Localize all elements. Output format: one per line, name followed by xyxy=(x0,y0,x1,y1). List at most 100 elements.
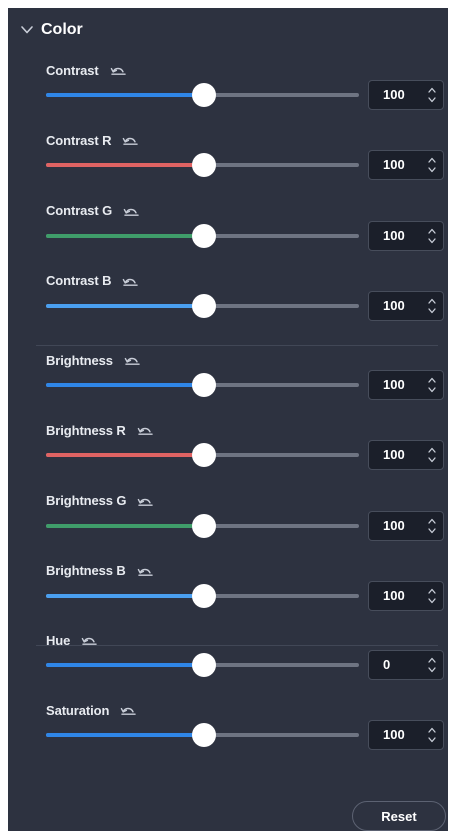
saturation-slider-thumb[interactable] xyxy=(192,723,217,748)
contrast-b-label: Contrast B xyxy=(46,273,112,289)
spinner-arrows-icon[interactable] xyxy=(427,587,437,605)
brightness-value[interactable]: 100 xyxy=(383,371,405,399)
color-panel: Color Contrast 100 Contrast R 100 Contrast G… xyxy=(8,8,448,831)
brightness-b-number-input[interactable]: 100 xyxy=(368,580,444,611)
slider-row-contrast-g: Contrast G 100 xyxy=(8,203,448,265)
saturation-label-group: Saturation xyxy=(46,702,137,718)
undo-icon[interactable] xyxy=(121,275,139,287)
brightness-r-slider[interactable] xyxy=(46,443,359,468)
contrast-r-value[interactable]: 100 xyxy=(383,151,405,179)
contrast-g-label: Contrast G xyxy=(46,203,113,219)
brightness-slider[interactable] xyxy=(46,373,359,397)
brightness-g-label: Brightness G xyxy=(46,493,127,509)
brightness-b-slider-thumb[interactable] xyxy=(192,583,217,608)
undo-icon[interactable] xyxy=(136,424,154,436)
slider-row-brightness-b: Brightness B 100 xyxy=(8,563,448,625)
contrast-b-slider-thumb[interactable] xyxy=(192,293,217,318)
slider-row-hue: Hue 0 xyxy=(8,632,448,694)
contrast-r-label-group: Contrast R xyxy=(46,132,139,148)
brightness-g-value[interactable]: 100 xyxy=(383,512,405,540)
brightness-slider-fill xyxy=(46,383,205,387)
brightness-number-input[interactable]: 100 xyxy=(368,370,444,400)
brightness-g-slider-fill xyxy=(46,523,205,528)
contrast-label-group: Contrast xyxy=(46,62,127,78)
slider-row-saturation: Saturation 100 xyxy=(8,702,448,764)
contrast-g-slider-thumb[interactable] xyxy=(192,223,217,248)
section-divider xyxy=(36,345,438,346)
spinner-arrows-icon[interactable] xyxy=(427,156,437,174)
brightness-b-slider-fill xyxy=(46,593,205,598)
section-divider xyxy=(36,645,438,646)
spinner-arrows-icon[interactable] xyxy=(427,517,437,535)
undo-icon[interactable] xyxy=(119,704,137,716)
saturation-number-input[interactable]: 100 xyxy=(368,720,444,751)
brightness-b-label: Brightness B xyxy=(46,563,126,579)
section-title: Color xyxy=(41,21,83,38)
brightness-g-slider-thumb[interactable] xyxy=(192,513,217,538)
spinner-arrows-icon[interactable] xyxy=(427,726,437,744)
saturation-value[interactable]: 100 xyxy=(383,721,405,749)
contrast-number-input[interactable]: 100 xyxy=(368,80,444,110)
hue-slider[interactable] xyxy=(46,653,359,677)
brightness-r-slider-fill xyxy=(46,453,205,458)
slider-row-brightness-g: Brightness G 100 xyxy=(8,493,448,555)
saturation-label: Saturation xyxy=(46,702,110,718)
spinner-arrows-icon[interactable] xyxy=(427,446,437,464)
brightness-g-number-input[interactable]: 100 xyxy=(368,510,444,541)
undo-icon[interactable] xyxy=(123,354,141,366)
spinner-arrows-icon[interactable] xyxy=(427,297,437,315)
reset-button[interactable]: Reset xyxy=(352,801,446,831)
brightness-g-slider[interactable] xyxy=(46,513,359,538)
spinner-arrows-icon[interactable] xyxy=(427,227,437,245)
slider-row-brightness: Brightness 100 xyxy=(8,352,448,414)
spinner-arrows-icon[interactable] xyxy=(427,376,437,394)
contrast-b-slider-fill xyxy=(46,303,205,308)
contrast-slider-fill xyxy=(46,93,205,97)
brightness-b-label-group: Brightness B xyxy=(46,563,154,579)
spinner-arrows-icon[interactable] xyxy=(427,86,437,104)
contrast-g-number-input[interactable]: 100 xyxy=(368,220,444,251)
contrast-label: Contrast xyxy=(46,62,99,78)
contrast-slider-thumb[interactable] xyxy=(192,83,217,107)
contrast-g-slider-fill xyxy=(46,233,205,238)
brightness-r-label-group: Brightness R xyxy=(46,422,154,438)
color-section-header[interactable]: Color xyxy=(20,20,83,40)
contrast-value[interactable]: 100 xyxy=(383,81,405,109)
contrast-r-slider-fill xyxy=(46,163,205,168)
undo-icon[interactable] xyxy=(136,565,154,577)
contrast-g-value[interactable]: 100 xyxy=(383,222,405,250)
brightness-r-value[interactable]: 100 xyxy=(383,441,405,469)
slider-row-contrast-r: Contrast R 100 xyxy=(8,132,448,194)
contrast-slider[interactable] xyxy=(46,83,359,107)
contrast-g-label-group: Contrast G xyxy=(46,203,140,219)
saturation-slider[interactable] xyxy=(46,723,359,748)
contrast-g-slider[interactable] xyxy=(46,223,359,248)
contrast-b-label-group: Contrast B xyxy=(46,273,139,289)
spinner-arrows-icon[interactable] xyxy=(427,656,437,674)
undo-icon[interactable] xyxy=(122,205,140,217)
contrast-r-slider[interactable] xyxy=(46,153,359,178)
contrast-b-number-input[interactable]: 100 xyxy=(368,290,444,321)
brightness-r-slider-thumb[interactable] xyxy=(192,443,217,468)
undo-icon[interactable] xyxy=(121,134,139,146)
contrast-b-slider[interactable] xyxy=(46,293,359,318)
hue-number-input[interactable]: 0 xyxy=(368,650,444,680)
brightness-g-label-group: Brightness G xyxy=(46,493,154,509)
brightness-slider-thumb[interactable] xyxy=(192,373,217,397)
saturation-slider-fill xyxy=(46,733,205,738)
brightness-r-number-input[interactable]: 100 xyxy=(368,440,444,471)
slider-row-brightness-r: Brightness R 100 xyxy=(8,422,448,484)
contrast-r-slider-thumb[interactable] xyxy=(192,153,217,178)
contrast-b-value[interactable]: 100 xyxy=(383,292,405,320)
brightness-b-slider[interactable] xyxy=(46,583,359,608)
contrast-r-number-input[interactable]: 100 xyxy=(368,150,444,181)
slider-row-contrast-b: Contrast B 100 xyxy=(8,273,448,335)
hue-value[interactable]: 0 xyxy=(383,651,390,679)
brightness-b-value[interactable]: 100 xyxy=(383,582,405,610)
slider-row-contrast: Contrast 100 xyxy=(8,62,448,124)
chevron-down-icon[interactable] xyxy=(20,23,34,37)
hue-slider-fill xyxy=(46,663,205,667)
undo-icon[interactable] xyxy=(109,64,127,76)
undo-icon[interactable] xyxy=(136,495,154,507)
hue-slider-thumb[interactable] xyxy=(192,653,217,677)
